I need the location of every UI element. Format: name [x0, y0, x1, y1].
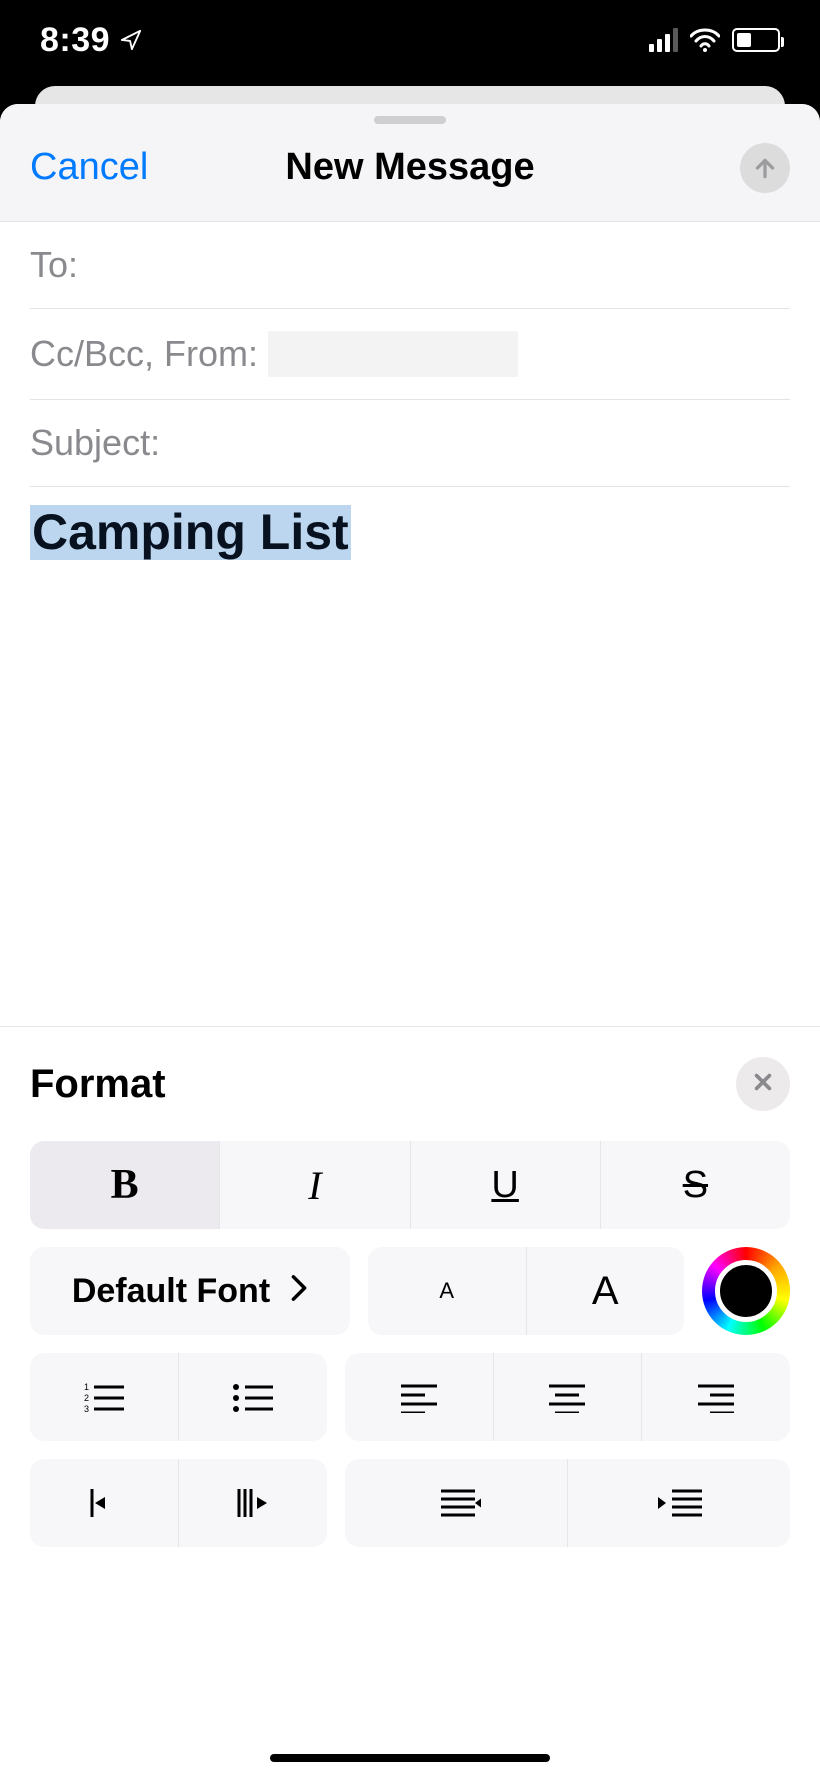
sheet-grabber[interactable]: [374, 116, 446, 124]
format-title: Format: [30, 1062, 166, 1107]
align-right-button[interactable]: [641, 1353, 790, 1441]
bold-glyph: B: [111, 1161, 139, 1209]
strike-glyph: S: [683, 1164, 708, 1207]
compose-header: Cancel New Message: [0, 104, 820, 222]
compose-sheet: Cancel New Message To: Cc/Bcc, From: Sub…: [0, 104, 820, 1776]
size-large-glyph: A: [592, 1269, 619, 1314]
format-panel: Format B I U S Default Font: [0, 1026, 820, 1776]
lists-align-row: 1 2 3: [30, 1353, 790, 1441]
status-time-text: 8:39: [40, 21, 110, 60]
format-header: Format: [30, 1057, 790, 1111]
italic-button[interactable]: I: [219, 1141, 409, 1229]
subject-label: Subject:: [30, 422, 160, 464]
wifi-icon: [690, 28, 720, 52]
size-small-glyph: A: [439, 1278, 454, 1304]
direction-rtl-button[interactable]: [30, 1459, 178, 1547]
status-bar: 8:39: [0, 0, 820, 80]
align-left-button[interactable]: [345, 1353, 493, 1441]
location-arrow-icon: [120, 21, 142, 60]
font-size-stepper: A A: [368, 1247, 684, 1335]
status-right: [649, 28, 780, 52]
subject-input[interactable]: [170, 422, 790, 464]
to-label: To:: [30, 244, 78, 286]
underline-glyph: U: [491, 1164, 518, 1207]
send-button[interactable]: [740, 143, 790, 193]
align-left-icon: [399, 1381, 439, 1413]
align-right-icon: [696, 1381, 736, 1413]
decrease-size-button[interactable]: A: [368, 1247, 526, 1335]
close-format-button[interactable]: [736, 1057, 790, 1111]
text-style-segment: B I U S: [30, 1141, 790, 1229]
subject-row[interactable]: Subject:: [30, 400, 790, 487]
font-size-color-row: Default Font A A: [30, 1247, 790, 1335]
font-picker-button[interactable]: Default Font: [30, 1247, 350, 1335]
underline-button[interactable]: U: [410, 1141, 600, 1229]
body-selected-text[interactable]: Camping List: [30, 505, 351, 560]
arrow-up-icon: [752, 155, 778, 181]
align-center-icon: [547, 1381, 587, 1413]
strikethrough-button[interactable]: S: [600, 1141, 790, 1229]
bulleted-list-icon: [231, 1379, 275, 1415]
screen: 8:39 Cancel New Message: [0, 0, 820, 1776]
alignment-group: [345, 1353, 790, 1441]
to-input[interactable]: [88, 244, 790, 286]
align-center-button[interactable]: [493, 1353, 642, 1441]
decrease-indent-icon: [431, 1486, 481, 1520]
direction-ltr-icon: [233, 1485, 273, 1521]
indent-group: [345, 1459, 790, 1547]
direction-group: [30, 1459, 327, 1547]
compose-fields: To: Cc/Bcc, From: Subject:: [0, 222, 820, 487]
bold-button[interactable]: B: [30, 1141, 219, 1229]
svg-text:3: 3: [84, 1404, 89, 1414]
color-picker-button[interactable]: [702, 1247, 790, 1335]
ccbcc-row[interactable]: Cc/Bcc, From:: [30, 309, 790, 400]
bulleted-list-button[interactable]: [178, 1353, 327, 1441]
numbered-list-button[interactable]: 1 2 3: [30, 1353, 178, 1441]
svg-text:2: 2: [84, 1393, 89, 1403]
cellular-signal-icon: [649, 28, 678, 52]
color-swatch-icon: [715, 1260, 777, 1322]
increase-size-button[interactable]: A: [526, 1247, 685, 1335]
increase-indent-icon: [654, 1486, 704, 1520]
direction-ltr-button[interactable]: [178, 1459, 327, 1547]
to-row[interactable]: To:: [30, 222, 790, 309]
from-value-redacted: [268, 331, 518, 377]
increase-indent-button[interactable]: [567, 1459, 790, 1547]
cancel-button[interactable]: Cancel: [30, 145, 148, 188]
list-style-group: 1 2 3: [30, 1353, 327, 1441]
indent-direction-row: [30, 1459, 790, 1547]
direction-rtl-icon: [87, 1485, 121, 1521]
compose-title: New Message: [285, 146, 534, 189]
decrease-indent-button[interactable]: [345, 1459, 567, 1547]
numbered-list-icon: 1 2 3: [82, 1379, 126, 1415]
close-icon: [752, 1067, 774, 1101]
italic-glyph: I: [308, 1162, 321, 1209]
font-label: Default Font: [72, 1272, 270, 1311]
svg-text:1: 1: [84, 1382, 89, 1392]
home-indicator[interactable]: [270, 1754, 550, 1762]
battery-icon: [732, 28, 780, 52]
chevron-right-icon: [290, 1272, 308, 1311]
status-time: 8:39: [40, 21, 142, 60]
compose-body[interactable]: Camping List: [0, 487, 820, 578]
ccbcc-label: Cc/Bcc, From:: [30, 333, 258, 375]
